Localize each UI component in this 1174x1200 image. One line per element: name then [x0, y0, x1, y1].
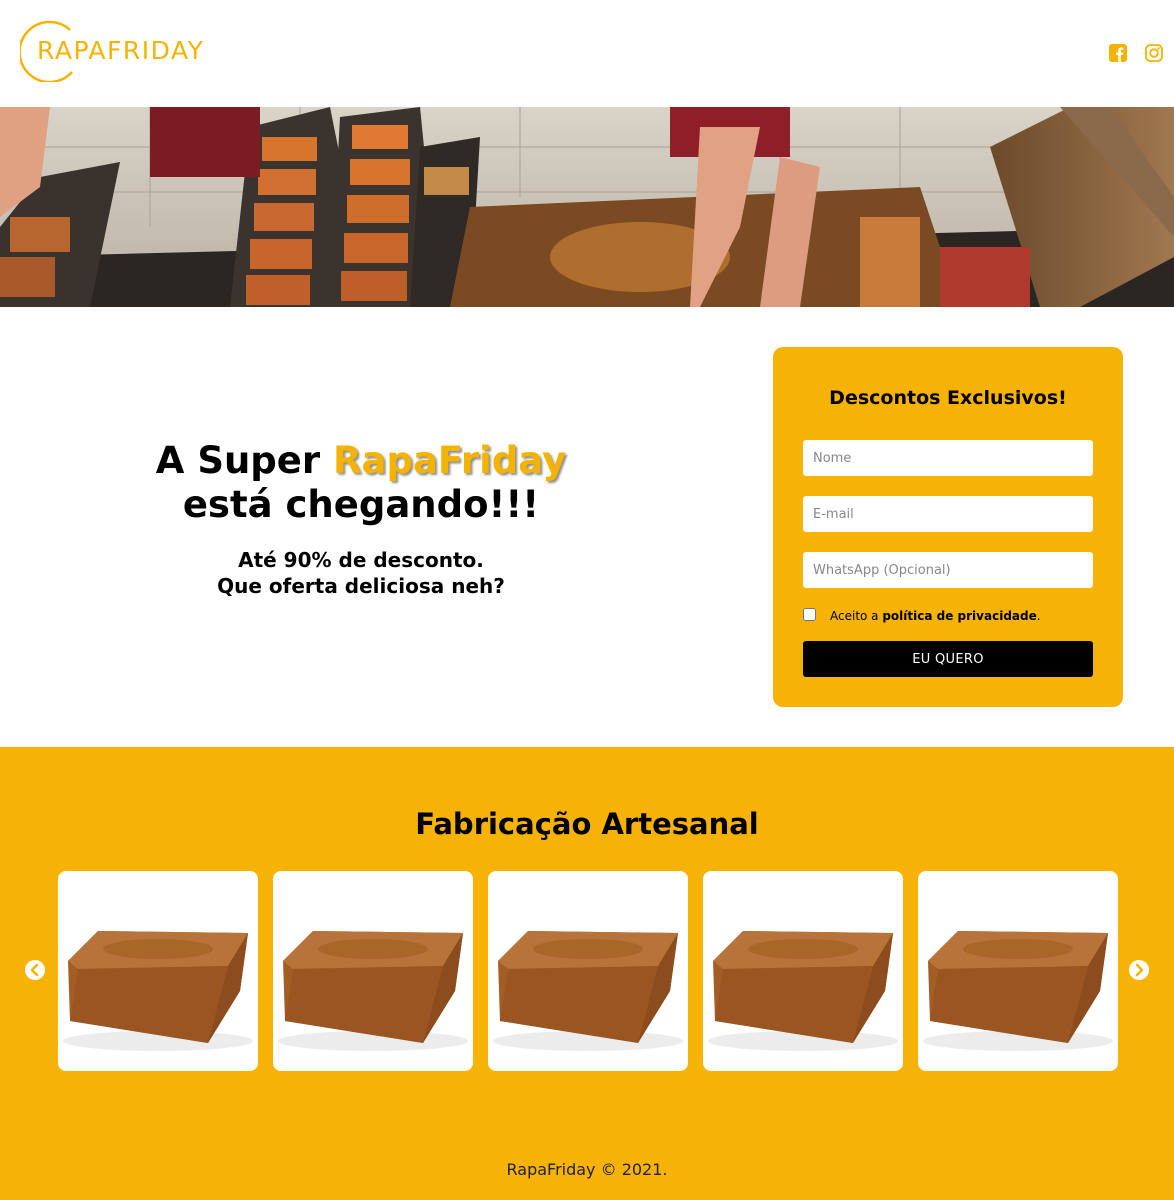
- gallery-section: Fabricação Artesanal RapaFriday © 2021.: [0, 747, 1174, 1200]
- rapadura-image: [708, 931, 898, 1051]
- carousel-item[interactable]: [918, 871, 1118, 1071]
- rapadura-image: [493, 931, 683, 1051]
- headline-brand: RapaFriday: [333, 439, 567, 482]
- carousel-item[interactable]: [273, 871, 473, 1071]
- headline-prefix: A Super: [155, 439, 334, 482]
- carousel-item[interactable]: [703, 871, 903, 1071]
- headline-suffix: está chegando!!!: [182, 483, 540, 526]
- subline-discount: Até 90% de desconto.: [238, 548, 484, 572]
- carousel-item[interactable]: [58, 871, 258, 1071]
- whatsapp-field[interactable]: [803, 552, 1093, 588]
- privacy-policy-link[interactable]: política de privacidade: [882, 609, 1036, 623]
- consent-label: Aceito a política de privacidade.: [830, 609, 1041, 623]
- carousel-next-button[interactable]: [1129, 960, 1149, 980]
- signup-form: Descontos Exclusivos! Aceito a política …: [773, 347, 1123, 707]
- email-field[interactable]: [803, 496, 1093, 532]
- facebook-icon[interactable]: [1107, 42, 1129, 64]
- promo-section: A Super RapaFriday está chegando!!! Até …: [0, 307, 1174, 747]
- logo[interactable]: RAPAFRIDAY: [20, 20, 220, 82]
- consent-suffix: .: [1036, 609, 1041, 623]
- gallery-title: Fabricação Artesanal: [415, 807, 759, 841]
- headline: A Super RapaFriday está chegando!!!: [60, 439, 662, 527]
- subheadline: Até 90% de desconto. Que oferta delicios…: [60, 547, 662, 599]
- rapadura-image: [278, 931, 468, 1051]
- privacy-consent: Aceito a política de privacidade.: [803, 607, 1103, 627]
- instagram-icon[interactable]: [1143, 42, 1165, 64]
- logo-text: RAPAFRIDAY: [37, 36, 205, 65]
- chevron-right-icon: [1135, 963, 1144, 977]
- carousel-prev-button[interactable]: [25, 960, 45, 980]
- carousel-item[interactable]: [488, 871, 688, 1071]
- subline-offer: Que oferta deliciosa neh?: [217, 574, 505, 598]
- submit-button[interactable]: EU QUERO: [803, 641, 1093, 677]
- site-header: RAPAFRIDAY: [0, 0, 1174, 107]
- chevron-left-icon: [30, 963, 39, 977]
- consent-prefix: Aceito a: [830, 609, 883, 623]
- hero-image: [0, 107, 1174, 307]
- name-field[interactable]: [803, 440, 1093, 476]
- privacy-checkbox[interactable]: [803, 608, 816, 621]
- rapadura-image: [923, 931, 1113, 1051]
- form-title: Descontos Exclusivos!: [829, 387, 1067, 409]
- rapadura-image: [63, 931, 253, 1051]
- footer-copyright: RapaFriday © 2021.: [506, 1160, 668, 1179]
